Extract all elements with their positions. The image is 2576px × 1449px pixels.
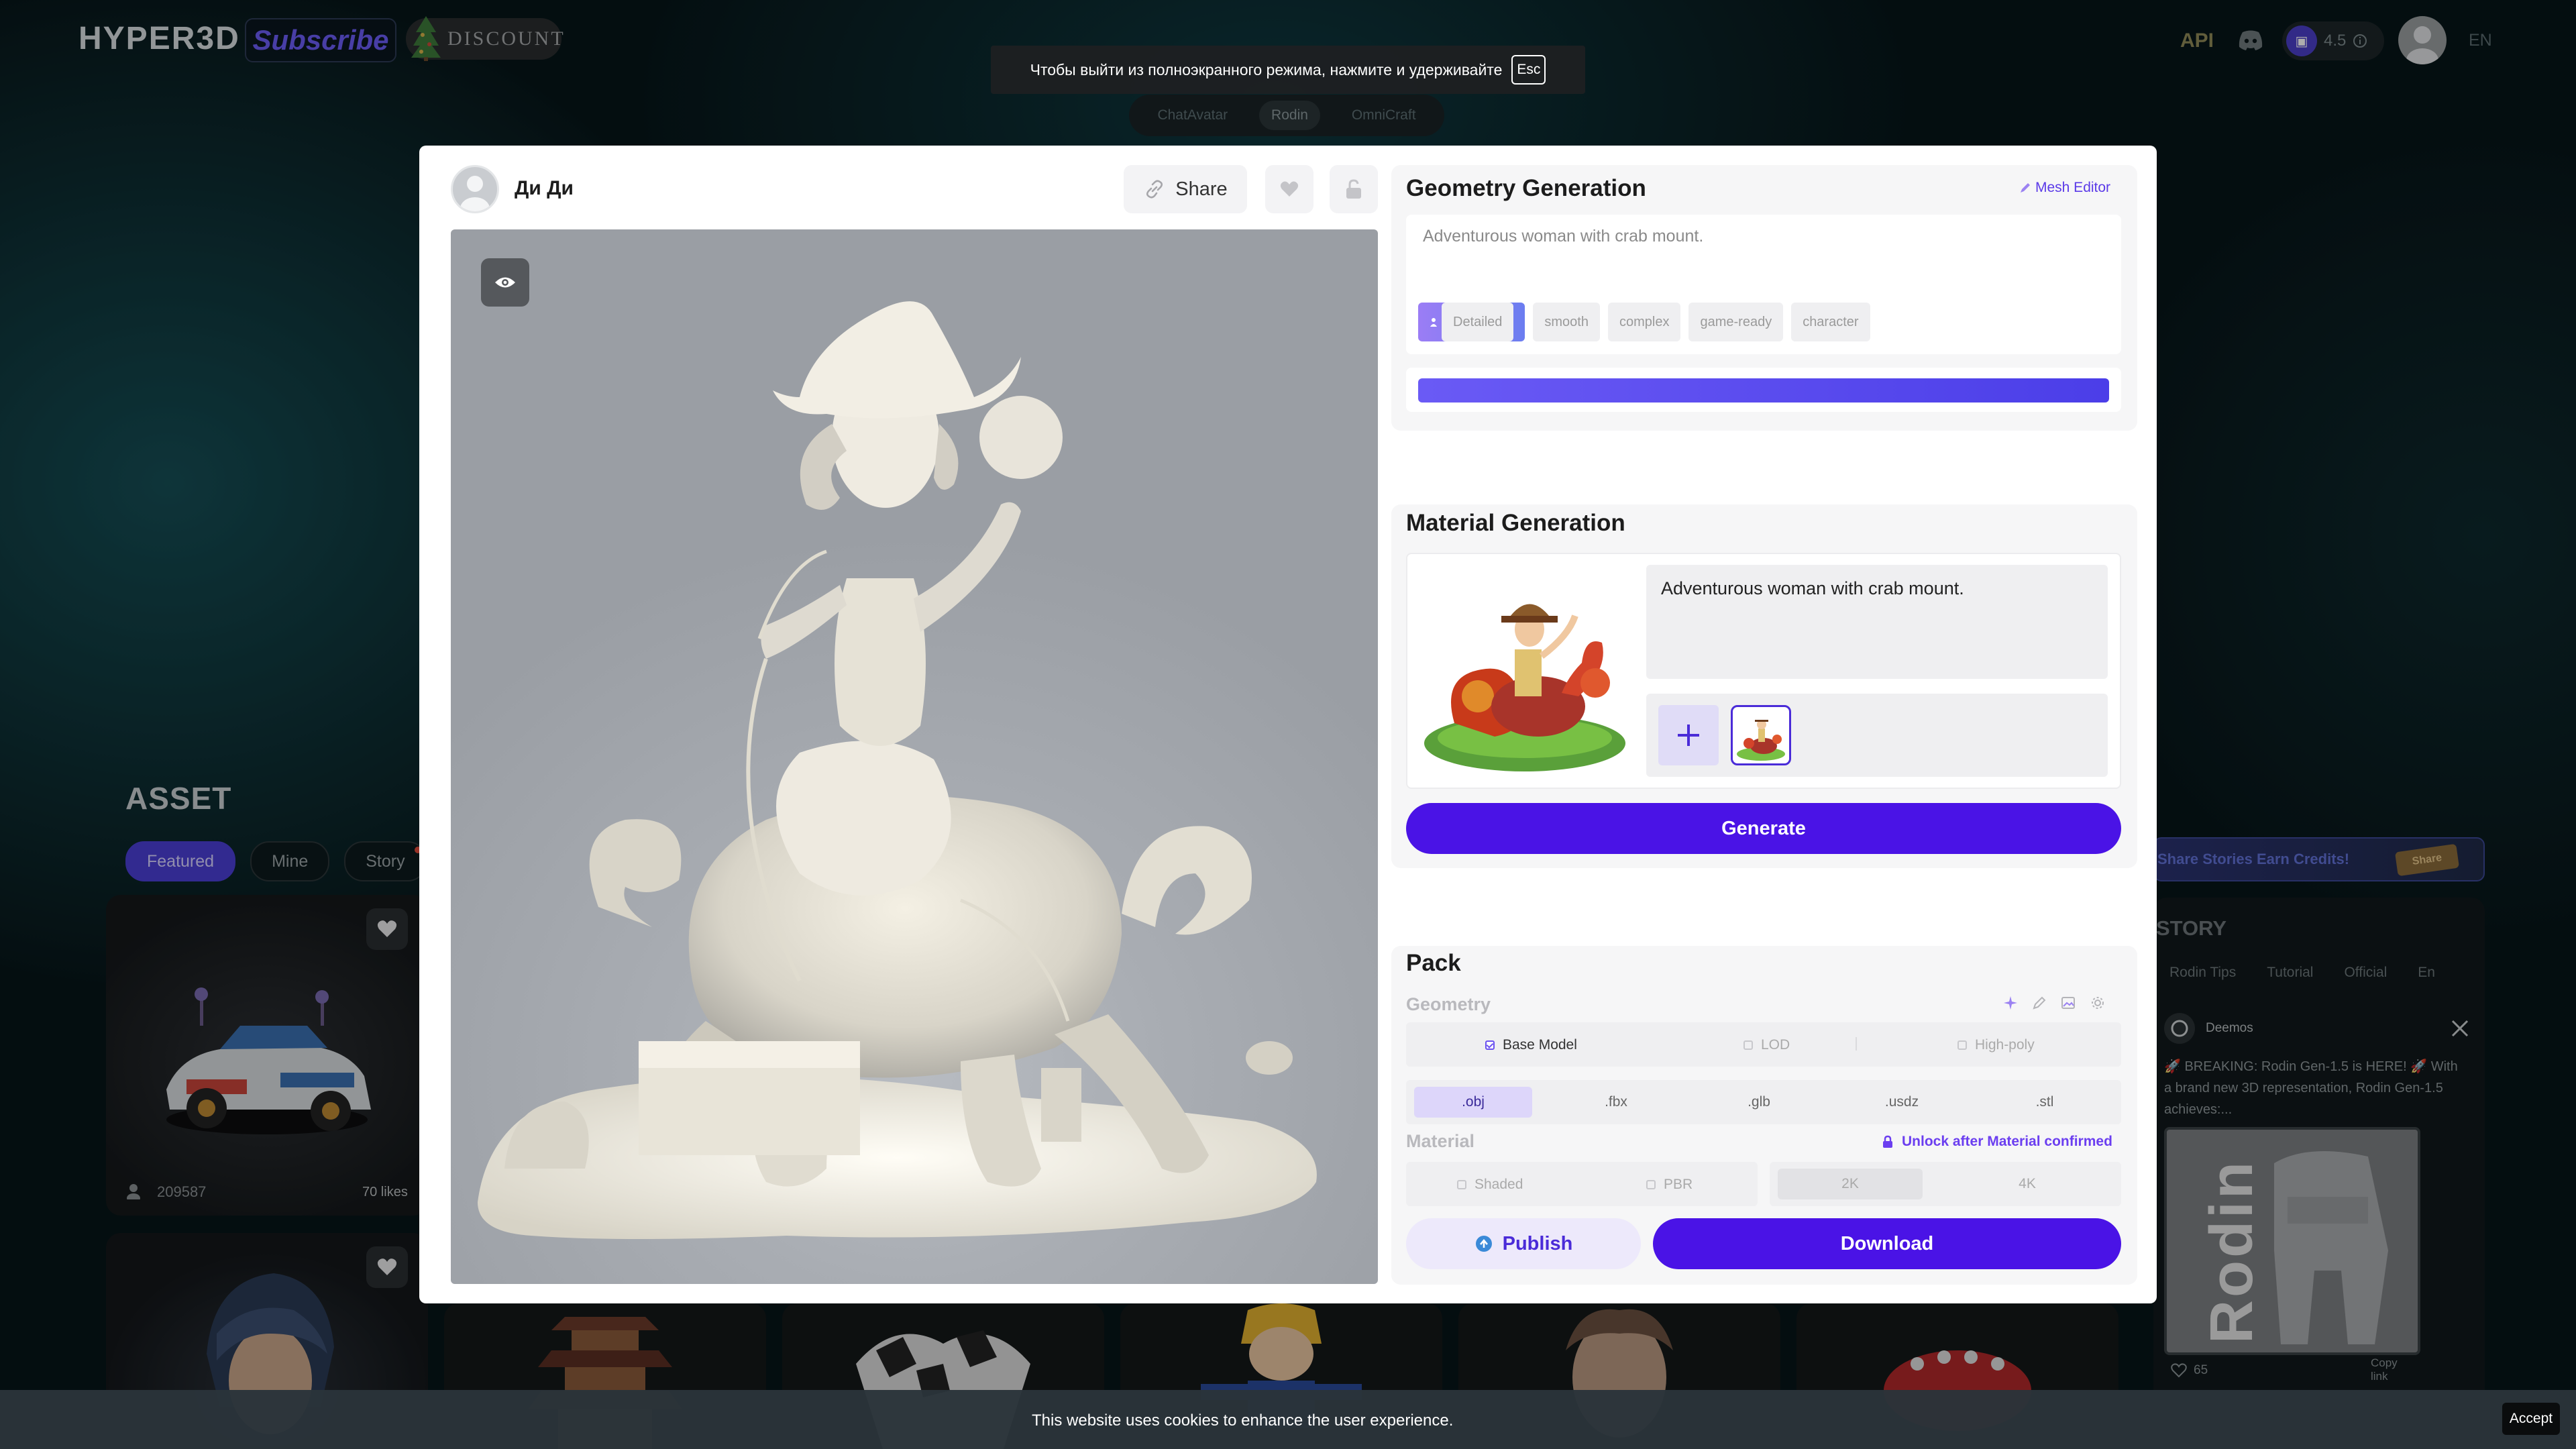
checkbox-unchecked <box>1957 1040 1967 1050</box>
shaded-label: Shaded <box>1474 1177 1523 1192</box>
sparkle-icon[interactable] <box>2003 996 2018 1010</box>
format-options: .obj .fbx .glb .usdz .stl <box>1406 1080 2121 1124</box>
person-icon <box>1430 318 1437 327</box>
tag-detailed[interactable]: Detailed <box>1418 303 1525 341</box>
unlock-text: Unlock after Material confirmed <box>1902 1134 2112 1149</box>
share-button[interactable]: Share <box>1124 165 1247 213</box>
unlock-icon <box>1346 179 1361 199</box>
edit-icon[interactable] <box>2033 996 2046 1010</box>
reference-thumbnail[interactable] <box>1731 705 1791 765</box>
pbr-label: PBR <box>1664 1177 1693 1192</box>
publish-label: Publish <box>1502 1232 1573 1254</box>
material-label: Material <box>1406 1131 1475 1151</box>
tag-smooth[interactable]: smooth <box>1533 303 1600 341</box>
resolution-4k[interactable]: 4K <box>1955 1169 2100 1199</box>
gear-icon[interactable] <box>2090 996 2105 1010</box>
format-glb[interactable]: .glb <box>1700 1087 1818 1118</box>
format-stl[interactable]: .stl <box>1986 1087 2104 1118</box>
lock-icon <box>1883 1135 1892 1148</box>
favorite-button[interactable] <box>1265 165 1313 213</box>
option-high-poly[interactable]: High-poly <box>1957 1037 2035 1053</box>
geometry-label: Geometry <box>1406 994 1491 1014</box>
reference-image[interactable] <box>1414 562 1635 777</box>
geometry-progress-bar <box>1418 378 2109 402</box>
fullscreen-notice: Чтобы выйти из полноэкранного режима, на… <box>991 46 1585 94</box>
image-icon[interactable] <box>2061 996 2076 1010</box>
pack-title: Pack <box>1406 950 1461 976</box>
material-prompt: Adventurous woman with crab mount. <box>1661 578 1964 598</box>
add-image-button[interactable] <box>1658 705 1719 765</box>
option-lod[interactable]: LOD <box>1743 1037 1790 1053</box>
mesh-editor-label: Mesh Editor <box>2035 180 2111 195</box>
accept-cookies-button[interactable]: Accept <box>2502 1403 2560 1435</box>
user-avatar[interactable] <box>451 165 499 213</box>
esc-key: Esc <box>1511 55 1546 85</box>
lod-label: LOD <box>1761 1037 1790 1053</box>
option-base-model[interactable]: Base Model <box>1485 1037 1577 1053</box>
geometry-options: Base Model LOD High-poly <box>1406 1022 2121 1067</box>
unlock-material-note: Unlock after Material confirmed <box>1882 1134 2112 1150</box>
link-icon <box>1146 180 1163 199</box>
download-button[interactable]: Download <box>1653 1218 2121 1269</box>
mesh-editor-link[interactable]: Mesh Editor <box>2019 180 2110 196</box>
tag-game-ready[interactable]: game-ready <box>1688 303 1784 341</box>
checkbox-checked <box>1485 1040 1495 1050</box>
cookie-banner: This website uses cookies to enhance the… <box>0 1390 2576 1449</box>
style-tags: Detailed smooth complex game-ready chara… <box>1418 303 1870 341</box>
geometry-title: Geometry Generation <box>1406 175 1646 201</box>
heart-icon <box>1280 181 1299 197</box>
high-poly-label: High-poly <box>1975 1037 2035 1053</box>
geometry-prompt: Adventurous woman with crab mount. <box>1423 227 1704 246</box>
pack-tools <box>2003 996 2105 1010</box>
tag-character[interactable]: character <box>1791 303 1870 341</box>
model-viewer[interactable] <box>451 229 1378 1284</box>
eye-icon <box>495 277 515 288</box>
material-title: Material Generation <box>1406 510 1625 536</box>
tag-detailed-label: Detailed <box>1442 303 1514 341</box>
checkbox-unchecked <box>1646 1180 1656 1189</box>
toggle-view-button[interactable] <box>481 258 529 307</box>
format-fbx[interactable]: .fbx <box>1557 1087 1675 1118</box>
cookie-text: This website uses cookies to enhance the… <box>1032 1411 1454 1430</box>
plus-icon <box>1678 724 1699 746</box>
material-options: Shaded PBR <box>1406 1162 1758 1206</box>
divider <box>1856 1037 1857 1051</box>
unlock-button[interactable] <box>1330 165 1378 213</box>
checkbox-unchecked <box>1743 1040 1753 1050</box>
fullscreen-notice-text: Чтобы выйти из полноэкранного режима, на… <box>1030 60 1503 78</box>
tag-complex[interactable]: complex <box>1607 303 1681 341</box>
publish-button[interactable]: Publish <box>1406 1218 1641 1269</box>
share-label: Share <box>1175 178 1228 200</box>
format-usdz[interactable]: .usdz <box>1843 1087 1961 1118</box>
resolution-2k[interactable]: 2K <box>1778 1169 1923 1199</box>
format-obj[interactable]: .obj <box>1414 1087 1532 1118</box>
generate-button[interactable]: Generate <box>1406 803 2121 854</box>
user-name[interactable]: Ди Ди <box>515 177 574 200</box>
base-model-label: Base Model <box>1503 1037 1577 1053</box>
checkbox-unchecked <box>1457 1180 1466 1189</box>
publish-icon <box>1475 1236 1492 1252</box>
resolution-options: 2K 4K <box>1770 1162 2121 1206</box>
model-render <box>478 301 1317 1239</box>
option-shaded[interactable]: Shaded <box>1457 1177 1523 1193</box>
pencil-icon <box>2021 183 2030 193</box>
option-pbr[interactable]: PBR <box>1646 1177 1693 1193</box>
